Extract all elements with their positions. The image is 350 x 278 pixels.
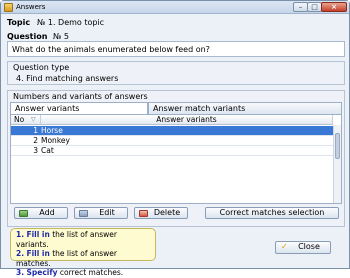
hint-number: 3.: [16, 268, 25, 277]
question-number: № 5: [53, 32, 69, 41]
row-variant: Monkey: [41, 136, 70, 145]
close-button-label: Close: [298, 242, 320, 251]
correct-matches-selection-label: Correct matches selection: [219, 208, 325, 217]
row-number: 1: [33, 126, 38, 135]
vertical-scrollbar[interactable]: [333, 125, 341, 203]
hint-keyword: Fill in: [26, 230, 50, 239]
column-header-answer-variants-label: Answer variants: [156, 115, 217, 124]
question-text-box: What do the animals enumerated below fee…: [7, 41, 345, 57]
hint-text: correct matches.: [57, 268, 124, 277]
close-window-button[interactable]: ×: [321, 2, 347, 12]
variants-section-label: Numbers and variants of answers: [13, 92, 148, 101]
edit-button-label: Edit: [99, 208, 115, 217]
delete-button[interactable]: Delete: [134, 207, 188, 219]
tab-answer-match-variants[interactable]: Answer match variants: [148, 102, 342, 114]
instructions-hint: 1. Fill in the list of answer variants. …: [10, 228, 156, 277]
column-header-no-label: No: [14, 115, 25, 124]
hint-keyword: Fill in: [26, 249, 50, 258]
question-type-value: 4. Find matching answers: [16, 74, 119, 83]
answers-window: Answers – □ × Topic № 1. Demo topic Ques…: [0, 0, 350, 277]
tab-answer-variants[interactable]: Answer variants: [10, 102, 148, 114]
tab-answer-match-variants-label: Answer match variants: [153, 104, 246, 113]
delete-icon: [139, 210, 148, 217]
checkmark-icon: ✓: [281, 242, 288, 251]
add-button[interactable]: Add: [14, 207, 68, 219]
topic-value: № 1. Demo topic: [37, 18, 105, 27]
table-row[interactable]: 1 Horse: [11, 126, 333, 136]
column-header-answer-variants[interactable]: Answer variants: [41, 115, 333, 125]
scrollbar-thumb[interactable]: [335, 133, 340, 159]
maximize-button[interactable]: □: [307, 2, 322, 12]
hint-line: 3. Specify correct matches.: [16, 268, 150, 278]
title-bar[interactable]: Answers – □ ×: [1, 1, 349, 14]
tab-answer-variants-label: Answer variants: [15, 104, 80, 113]
close-button[interactable]: ✓ Close: [275, 241, 331, 254]
question-type-label: Question type: [13, 63, 70, 72]
minimize-button[interactable]: –: [293, 2, 308, 12]
question-text: What do the animals enumerated below fee…: [12, 45, 210, 54]
hint-line: 1. Fill in the list of answer variants.: [16, 230, 150, 249]
edit-icon: [79, 210, 88, 217]
table-row[interactable]: 2 Monkey: [11, 136, 333, 146]
row-number: 3: [33, 146, 38, 155]
question-type-group: Question type 4. Find matching answers: [7, 61, 345, 85]
column-header-no[interactable]: No ▽: [11, 115, 41, 125]
topic-label: Topic: [7, 18, 31, 27]
question-label: Question: [7, 32, 48, 41]
hint-number: 2.: [16, 249, 25, 258]
answer-variants-grid[interactable]: No ▽ Answer variants 1 Horse 2 Monkey 3 …: [10, 114, 342, 204]
row-variant: Cat: [41, 146, 54, 155]
add-button-label: Add: [39, 208, 55, 217]
hint-number: 1.: [16, 230, 25, 239]
add-icon: [19, 210, 28, 217]
table-row[interactable]: 3 Cat: [11, 146, 333, 156]
row-variant: Horse: [41, 126, 63, 135]
correct-matches-selection-button[interactable]: Correct matches selection: [205, 207, 339, 219]
app-icon: [4, 3, 13, 12]
row-number: 2: [33, 136, 38, 145]
filter-icon[interactable]: ▽: [31, 115, 36, 125]
hint-line: 2. Fill in the list of answer matches.: [16, 249, 150, 268]
hint-keyword: Specify: [26, 268, 58, 277]
edit-button[interactable]: Edit: [74, 207, 128, 219]
window-title: Answers: [16, 3, 46, 11]
